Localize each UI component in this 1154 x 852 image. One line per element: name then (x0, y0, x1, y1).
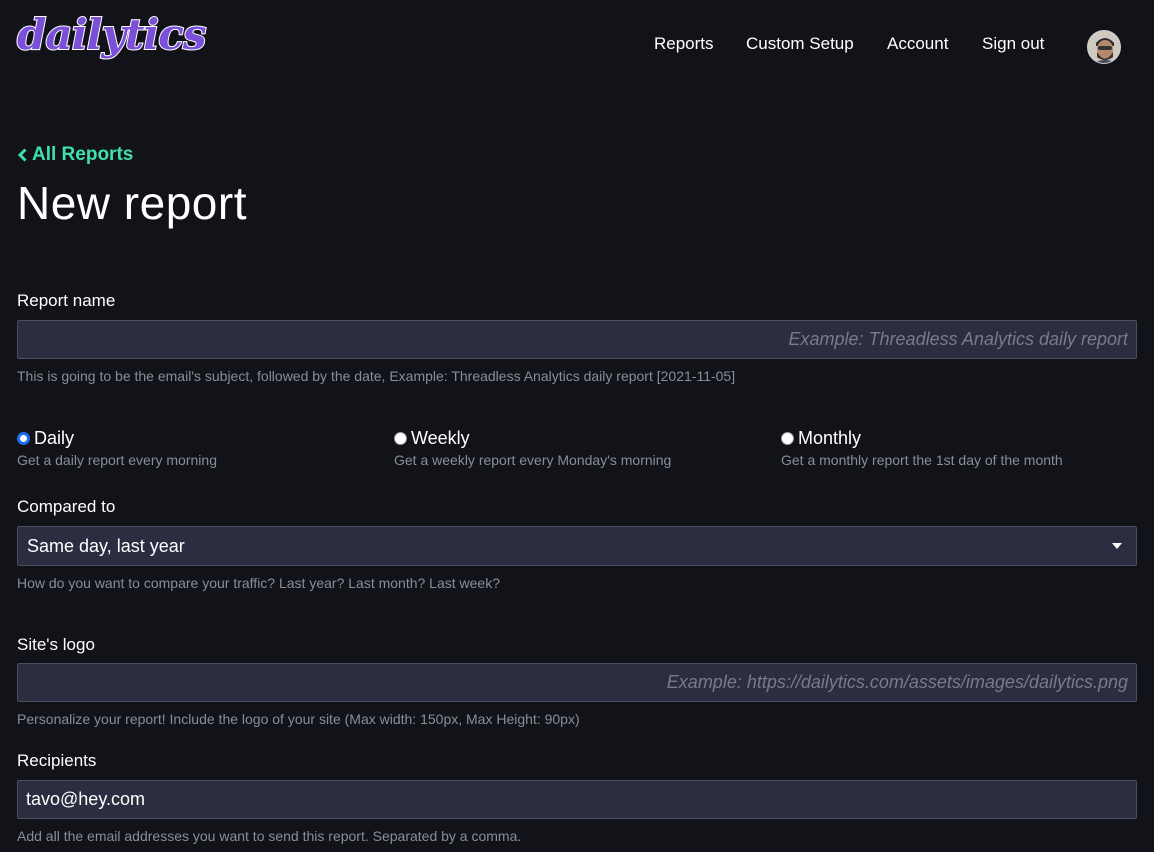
compared-to-select[interactable]: Same day, last year (17, 526, 1137, 566)
nav-custom-setup[interactable]: Custom Setup (746, 34, 854, 54)
daily-help: Get a daily report every morning (17, 452, 217, 468)
recipients-label: Recipients (17, 751, 97, 770)
daily-radio[interactable] (17, 432, 30, 445)
report-name-label: Report name (17, 291, 116, 310)
nav-sign-out[interactable]: Sign out (982, 34, 1044, 54)
top-header: dailytics Reports Custom Setup Account S… (0, 0, 1154, 92)
weekly-label: Weekly (411, 428, 470, 448)
back-link-label: All Reports (32, 144, 134, 165)
compared-to-label: Compared to (17, 497, 116, 516)
avatar-photo-icon (1088, 31, 1120, 63)
monthly-label: Monthly (798, 428, 862, 448)
nav-reports[interactable]: Reports (654, 34, 714, 54)
frequency-option-daily[interactable]: Daily Get a daily report every morning (17, 428, 217, 468)
monthly-radio[interactable] (781, 432, 794, 445)
compared-to-help: How do you want to compare your traffic?… (17, 575, 500, 591)
monthly-help: Get a monthly report the 1st day of the … (781, 452, 1063, 468)
weekly-radio[interactable] (394, 432, 407, 445)
recipients-input[interactable] (17, 780, 1137, 819)
site-logo-help: Personalize your report! Include the log… (17, 711, 580, 727)
report-name-help: This is going to be the email's subject,… (17, 368, 736, 384)
page-title: New report (17, 177, 247, 229)
nav-account[interactable]: Account (887, 34, 948, 54)
site-logo-label: Site's logo (17, 635, 95, 654)
compared-to-value: Same day, last year (27, 535, 185, 556)
chevron-left-icon (17, 148, 27, 162)
site-logo-input[interactable] (17, 663, 1137, 702)
caret-down-icon (1112, 543, 1122, 549)
frequency-option-weekly[interactable]: Weekly Get a weekly report every Monday'… (394, 428, 671, 468)
dailytics-logo[interactable]: dailytics (16, 13, 207, 57)
recipients-help: Add all the email addresses you want to … (17, 828, 522, 844)
all-reports-back-link[interactable]: All Reports (17, 144, 133, 166)
weekly-help: Get a weekly report every Monday's morni… (394, 452, 672, 468)
report-name-input[interactable] (17, 320, 1137, 359)
daily-label: Daily (34, 428, 75, 448)
frequency-option-monthly[interactable]: Monthly Get a monthly report the 1st day… (781, 428, 1063, 468)
user-avatar[interactable] (1087, 30, 1121, 64)
